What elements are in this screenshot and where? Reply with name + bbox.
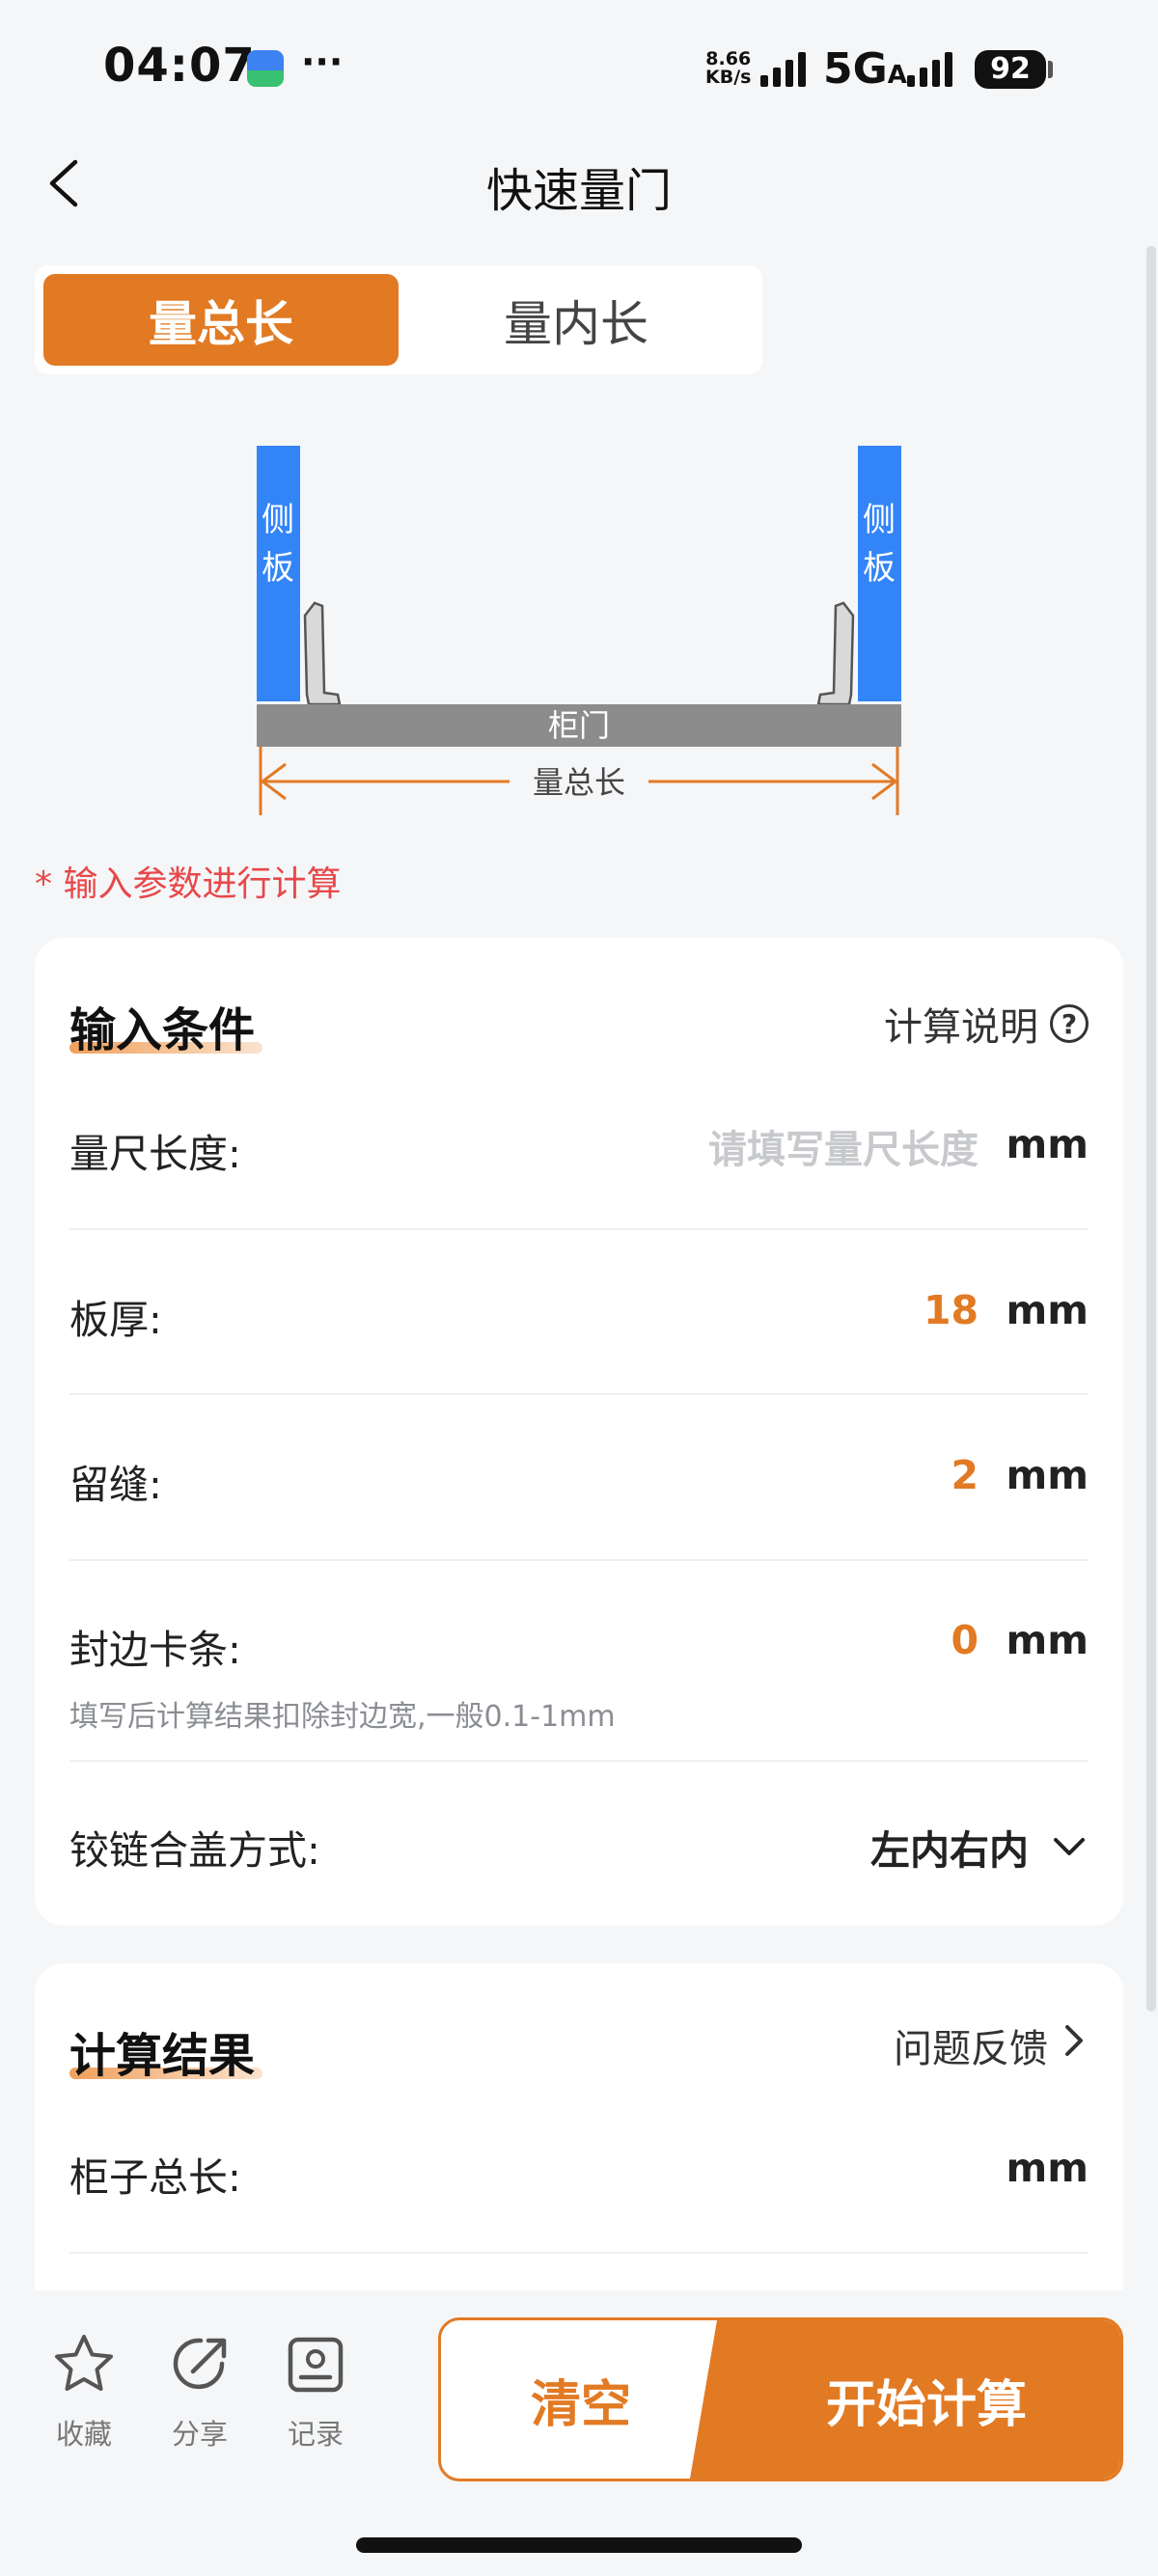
door-label: 柜门 [548,707,610,744]
edge-strip-unit: mm [1006,1617,1089,1663]
right-panel-char-1: 侧 [863,501,896,539]
left-panel-char-1: 侧 [262,501,294,539]
app-notification-icon [247,50,284,87]
edge-strip-label: 封边卡条: [69,1627,241,1673]
tab-total-length[interactable]: 量总长 [43,274,399,366]
ruler-length-row: 量尺长度: mm [69,1121,1089,1189]
signal-icon-2 [907,50,952,87]
calc-help-label: 计算说明 [884,1005,1038,1050]
right-panel-label-1: 侧 [863,501,896,539]
divider [69,1760,1089,1762]
divider [69,2252,1089,2254]
start-calculation-button[interactable]: 开始计算 [690,2320,1120,2479]
divider [69,1228,1089,1230]
right-hinge-icon [816,601,855,706]
share-button[interactable]: 分享 [156,2331,243,2453]
total-length-row: 柜子总长: mm [69,2145,1089,2212]
edge-strip-input[interactable]: 0 [951,1617,979,1663]
divider [69,1559,1089,1561]
input-section-title-text: 输入条件 [69,1003,256,1057]
input-section-title: 输入条件 [69,992,262,1059]
star-icon [55,2335,113,2391]
edge-strip-note: 填写后计算结果扣除封边宽,一般0.1-1mm [69,1700,616,1734]
feedback-link[interactable]: 问题反馈 [894,2017,1089,2073]
battery-tip [1048,61,1053,78]
bottom-action-bar: 收藏 分享 记录 清空 开始计算 [0,2290,1158,2576]
network-speed-unit: KB/s [705,67,752,88]
status-bar: 04:07 ··· 8.66 KB/s 5GA 92 [0,0,1158,145]
favorite-label: 收藏 [55,2418,112,2451]
chevron-right-icon [1060,2021,1089,2069]
network-speed: 8.66 KB/s [705,50,751,87]
ruler-length-unit: mm [1006,1121,1089,1167]
hinge-mode-value: 左内右内 [870,1827,1029,1874]
result-section-title: 计算结果 [69,2017,262,2085]
thickness-label: 板厚: [69,1297,162,1343]
tab-inner-length[interactable]: 量内长 [399,274,754,366]
right-panel-char-2: 板 [863,549,896,588]
dimension-label: 量总长 [533,764,625,801]
left-panel-label-2: 板 [262,549,294,588]
mode-tabs: 量总长 量内长 [35,265,762,374]
more-notifications-icon: ··· [301,41,344,83]
cabinet-door-diagram: 侧 板 侧 板 柜门 量总长 [232,425,926,830]
favorite-button[interactable]: 收藏 [41,2331,127,2453]
input-conditions-card: 输入条件 计算说明 ? 量尺长度: mm 板厚: 18 mm 留缝: 2 mm … [35,938,1123,1926]
ruler-length-label: 量尺长度: [69,1131,241,1177]
battery-icon: 92 [975,50,1046,89]
left-panel-label-1: 侧 [262,501,294,539]
record-label: 记录 [287,2418,344,2451]
network-type-suffix: A [887,61,907,90]
gap-row: 留缝: 2 mm [69,1452,1089,1520]
page-title: 快速量门 [485,164,672,218]
thickness-unit: mm [1006,1287,1089,1333]
share-label: 分享 [171,2418,228,2451]
start-calculation-label: 开始计算 [825,2375,1027,2434]
diagram-svg: 侧 板 侧 板 柜门 量总长 [257,446,901,815]
status-time: 04:07 [103,39,256,93]
input-hint: * 输入参数进行计算 [35,864,342,904]
calc-help-link[interactable]: 计算说明 ? [884,996,1089,1052]
hinge-label: 铰链合盖方式: [69,1827,320,1874]
scrollbar[interactable] [1146,246,1156,2012]
chevron-down-icon [1054,1838,1085,1855]
record-button[interactable]: 记录 [272,2331,359,2453]
total-length-unit: mm [1006,2145,1089,2191]
gap-unit: mm [1006,1452,1089,1498]
action-buttons: 清空 开始计算 [438,2317,1123,2481]
hinge-mode-select[interactable]: 左内右内 [870,1818,1089,1876]
gap-label: 留缝: [69,1462,162,1508]
thickness-input[interactable]: 18 [924,1287,979,1333]
thickness-row: 板厚: 18 mm [69,1287,1089,1355]
hinge-row: 铰链合盖方式: 左内右内 [69,1818,1089,1885]
gap-input[interactable]: 2 [951,1452,979,1498]
feedback-label: 问题反馈 [894,2027,1048,2071]
network-type-label: 5G [823,44,888,94]
total-length-label: 柜子总长: [69,2154,241,2201]
home-indicator[interactable] [356,2537,802,2553]
clear-button[interactable]: 清空 [441,2320,721,2479]
left-hinge-icon [303,601,342,706]
share-icon [173,2338,227,2390]
network-type: 5GA [823,44,907,94]
edge-strip-row: 封边卡条: 0 mm 填写后计算结果扣除封边宽,一般0.1-1mm [69,1617,1089,1734]
record-icon [288,2337,344,2393]
result-section-title-text: 计算结果 [69,2029,256,2083]
signal-icon [760,50,806,87]
question-circle-icon: ? [1050,1004,1089,1043]
left-panel-char-2: 板 [262,549,294,588]
ruler-length-input[interactable] [573,1121,979,1179]
divider [69,1393,1089,1395]
right-panel-label-2: 板 [863,549,896,588]
